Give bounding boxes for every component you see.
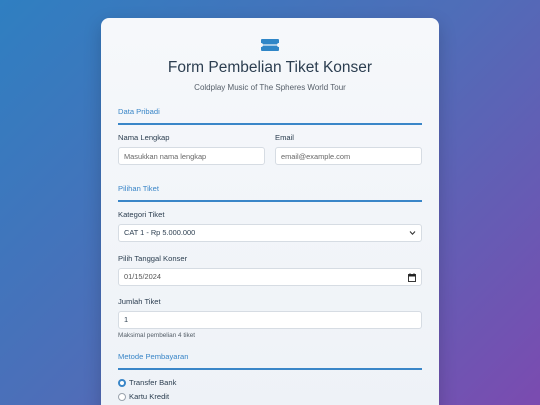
category-select-value: CAT 1 - Rp 5.000.000	[124, 228, 196, 237]
quantity-input[interactable]: 1	[118, 311, 422, 329]
name-input[interactable]	[118, 147, 265, 165]
quantity-input-value: 1	[124, 315, 129, 324]
calendar-icon[interactable]	[408, 273, 416, 282]
ticket-form-card: Form Pembelian Tiket Konser Coldplay Mus…	[101, 18, 439, 405]
category-label: Kategori Tiket	[118, 210, 165, 219]
section-payment-heading: Metode Pembayaran	[118, 352, 422, 370]
date-input[interactable]: 01/15/2024	[118, 268, 422, 286]
payment-radio-transfer[interactable]	[118, 379, 126, 387]
category-select[interactable]: CAT 1 - Rp 5.000.000	[118, 224, 422, 242]
page-title: Form Pembelian Tiket Konser	[167, 59, 373, 76]
quantity-hint: Maksimal pembelian 4 tiket	[118, 332, 196, 339]
email-input[interactable]	[275, 147, 422, 165]
page-subtitle: Coldplay Music of The Spheres World Tour	[194, 83, 346, 92]
email-label: Email	[275, 133, 294, 142]
chevron-down-icon	[409, 231, 416, 236]
payment-option-transfer[interactable]: Transfer Bank	[129, 378, 176, 387]
ticket-icon	[261, 39, 279, 51]
date-input-value: 01/15/2024	[124, 272, 161, 281]
name-label: Nama Lengkap	[118, 133, 170, 142]
payment-radio-credit[interactable]	[118, 393, 126, 401]
date-label: Pilih Tanggal Konser	[118, 254, 188, 263]
section-personal-heading: Data Pribadi	[118, 107, 422, 125]
payment-option-credit[interactable]: Kartu Kredit	[129, 392, 169, 401]
quantity-label: Jumlah Tiket	[118, 297, 161, 306]
section-ticket-heading: Pilihan Tiket	[118, 184, 422, 202]
